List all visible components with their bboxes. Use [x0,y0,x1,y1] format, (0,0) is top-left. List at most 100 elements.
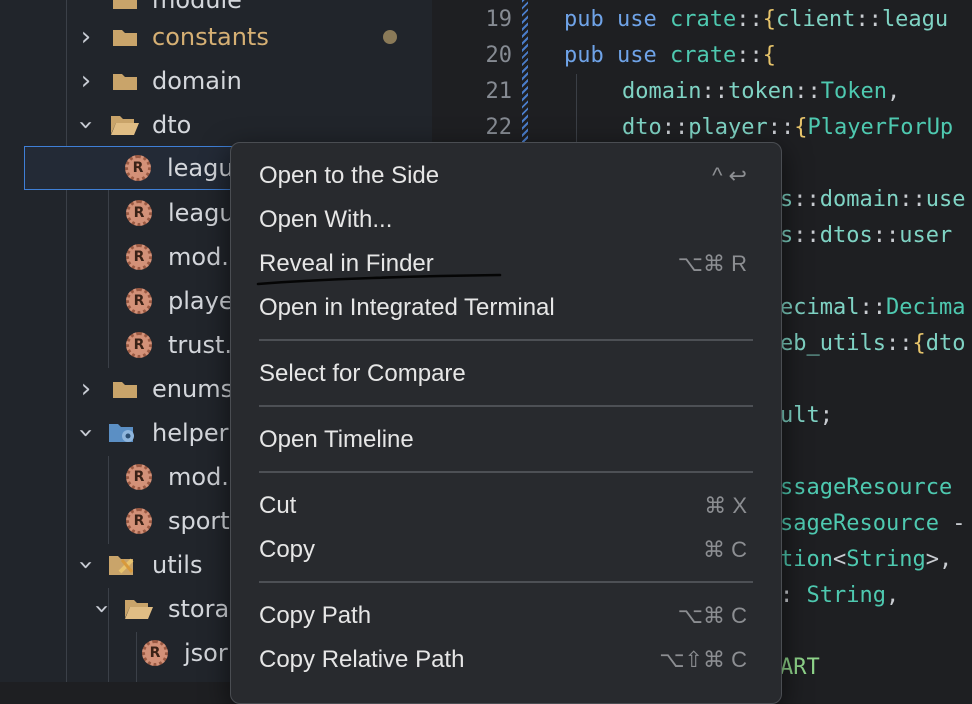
tree-item-label: helper [152,419,229,447]
code-token: dto [622,115,662,140]
code-token: use [925,187,966,212]
menu-item-label: Copy [259,536,316,563]
tree-item-label: sport [168,507,230,535]
code-token: { [762,7,776,32]
code-line[interactable]: ult; [780,398,833,434]
code-token: ecimal [780,295,860,320]
chevron-right-icon[interactable]: › [81,376,91,402]
code-token: :: [859,295,886,320]
menu-item-copy-relative-path[interactable]: Copy Relative Path ⌥⇧⌘ C [231,638,781,682]
code-token: :: [855,7,882,32]
tree-item-label: dto [152,111,192,139]
chevron-right-icon[interactable]: › [81,24,91,50]
code-token: String [806,583,886,608]
tree-item-label: leagu [168,199,235,227]
code-line[interactable]: s::domain::use [780,182,965,218]
line-number: 19 [485,7,513,32]
code-line[interactable]: dto::player::{PlayerForUp [622,110,953,146]
code-token: , [885,583,900,608]
code-line[interactable]: ART [780,650,820,682]
menu-separator [259,405,753,407]
code-token: :: [736,7,763,32]
menu-item-shortcut: ^ ↩ [712,163,747,188]
code-line[interactable]: sageResource - [780,506,965,542]
tree-item-label: mod. [168,243,229,271]
code-token: Decima [885,295,966,320]
code-token: leagu [881,7,949,32]
line-number: 21 [485,79,513,104]
menu-item-shortcut: ⌥⌘ C [677,603,747,628]
tools-folder-icon [109,556,134,575]
line-number: 20 [485,43,513,68]
code-token: crate [669,43,737,68]
chevron-down-icon[interactable]: › [71,560,101,570]
menu-item-reveal-in-finder[interactable]: Reveal in Finder ⌥⌘ R [231,242,781,286]
code-token: sageResource [780,511,939,536]
chevron-down-icon[interactable]: › [71,428,101,438]
code-token: crate [669,7,737,32]
code-line[interactable]: eb_utils::{dto [780,326,965,362]
menu-item-label: Open in Integrated Terminal [259,294,555,321]
code-token: - [938,511,966,536]
code-token: < [832,547,847,572]
modified-indicator [383,30,397,44]
code-line[interactable]: ssageResource [780,470,952,506]
code-token: :: [793,223,820,248]
menu-separator [259,339,753,341]
code-token: client [775,7,856,32]
code-token: { [912,331,926,356]
menu-item-open-to-side[interactable]: Open to the Side ^ ↩ [231,154,781,198]
rust-file-icon: R [126,288,152,314]
code-token: >, [925,547,953,572]
menu-item-label: Copy Path [259,602,372,629]
tree-item-label: domain [152,67,242,95]
code-line[interactable]: : String, [780,578,899,614]
tree-item-constants[interactable]: › constants [0,15,432,59]
folder-icon [113,382,137,398]
tree-item-domain[interactable]: › domain [0,59,432,103]
tree-item-label: utils [152,551,203,579]
menu-item-copy-path[interactable]: Copy Path ⌥⌘ C [231,594,781,638]
code-token: :: [736,43,763,68]
code-line[interactable]: s::dtos::user [780,218,952,254]
context-menu: Open to the Side ^ ↩ Open With... Reveal… [230,142,782,704]
menu-item-select-for-compare[interactable]: Select for Compare [231,352,781,396]
helper-folder-icon [109,424,134,442]
code-token: :: [661,115,689,140]
code-token: :: [793,187,820,212]
tree-item-dto[interactable]: › dto [0,103,432,147]
code-keyword: pub [564,7,617,32]
menu-item-label: Reveal in Finder [259,250,434,277]
menu-item-shortcut: ⌥⌘ R [677,251,747,276]
code-token: ; [819,403,833,428]
code-token: PlayerForUp [807,115,954,140]
chevron-down-icon[interactable]: › [71,120,101,130]
chevron-right-icon[interactable]: › [81,68,91,94]
code-token: { [794,115,808,140]
code-token: :: [767,115,795,140]
menu-item-cut[interactable]: Cut ⌘ X [231,484,781,528]
code-token: eb_utils [780,331,886,356]
code-keyword: use [616,43,670,68]
code-line[interactable]: ecimal::Decima [780,290,965,326]
line-number: 22 [485,115,513,140]
menu-item-open-with[interactable]: Open With... [231,198,781,242]
code-line[interactable]: pub use crate::{client::leagu [564,2,948,38]
chevron-down-icon[interactable]: › [87,604,117,614]
menu-item-open-timeline[interactable]: Open Timeline [231,418,781,462]
tree-item-label: jsor [184,639,228,667]
menu-item-copy[interactable]: Copy ⌘ C [231,528,781,572]
diff-modified-indicator[interactable] [522,0,528,146]
menu-item-shortcut: ⌥⇧⌘ C [659,647,747,672]
menu-separator [259,581,753,583]
code-token: ssageResource [780,475,953,500]
code-line[interactable]: domain::token::Token, [622,74,900,110]
menu-item-open-in-terminal[interactable]: Open in Integrated Terminal [231,286,781,330]
code-token: String [846,547,926,572]
code-line[interactable]: tion<String>, [780,542,952,578]
code-token: :: [872,223,900,248]
code-line[interactable]: pub use crate::{ [564,38,776,74]
code-token: : [780,583,807,608]
rust-file-icon: R [126,244,152,270]
code-token: tion [780,547,833,572]
